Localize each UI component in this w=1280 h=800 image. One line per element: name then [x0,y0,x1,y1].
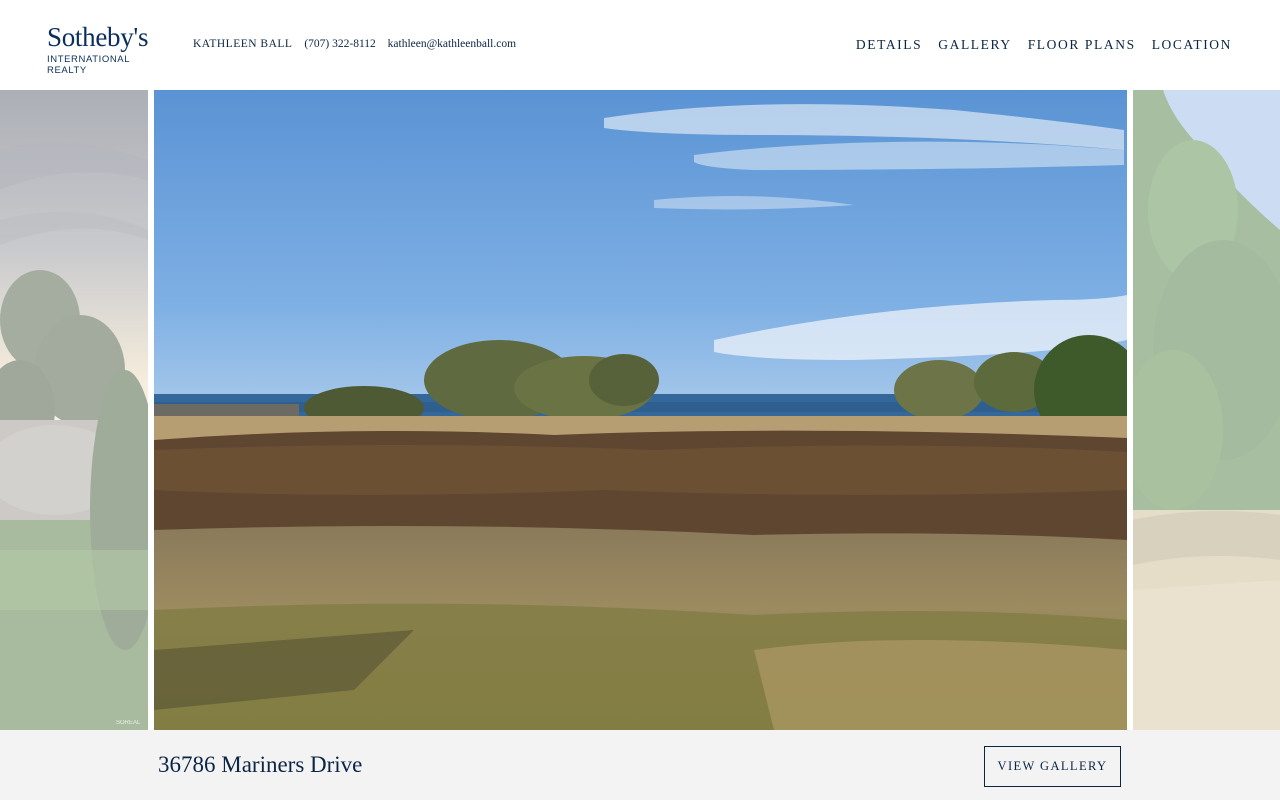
nav-details[interactable]: DETAILS [856,37,922,53]
photo-watermark: SOREAL [116,720,141,726]
agent-phone[interactable]: (707) 322-8112 [304,38,375,50]
listing-address: 36786 Mariners Drive [158,752,363,777]
carousel-slide-next[interactable] [1133,90,1280,730]
agent-email[interactable]: kathleen@kathleenball.com [388,38,516,50]
site-header: Sotheby's INTERNATIONAL REALTY KATHLEEN … [0,0,1280,90]
carousel-slide-current[interactable] [154,90,1127,730]
nav-gallery[interactable]: GALLERY [938,37,1011,53]
nav-floor-plans[interactable]: FLOOR PLANS [1028,37,1136,53]
listing-bar: 36786 Mariners Drive VIEW GALLERY [0,730,1280,800]
photo-carousel[interactable]: SOREAL [0,90,1280,730]
carousel-slide-prev[interactable]: SOREAL [0,90,148,730]
logo-wordmark: Sotheby's [47,22,149,52]
sothebys-logo[interactable]: Sotheby's INTERNATIONAL REALTY [47,22,167,76]
agent-name: KATHLEEN BALL [193,38,293,50]
logo-subtitle: INTERNATIONAL REALTY [47,54,130,76]
nav-location[interactable]: LOCATION [1152,37,1232,53]
main-nav: DETAILS GALLERY FLOOR PLANS LOCATION [856,37,1232,53]
view-gallery-button[interactable]: VIEW GALLERY [984,746,1121,787]
agent-contact: KATHLEEN BALL (707) 322-8112 kathleen@ka… [193,38,525,50]
